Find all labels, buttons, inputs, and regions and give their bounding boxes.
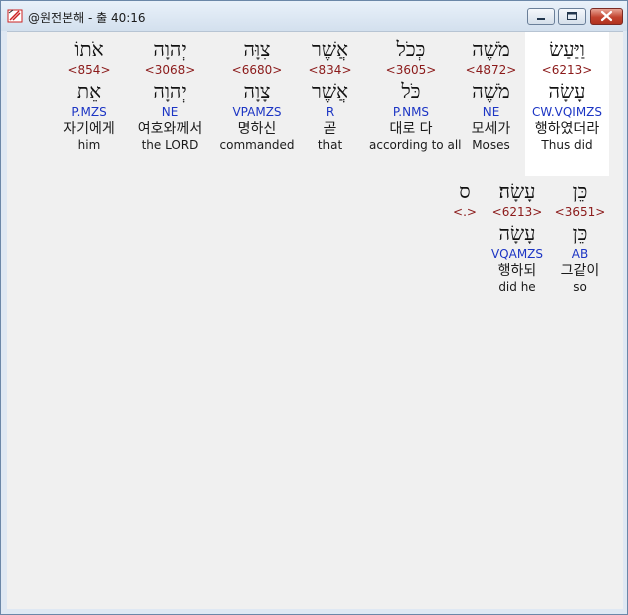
maximize-button[interactable] bbox=[558, 8, 586, 25]
parsing-code: R bbox=[325, 105, 335, 119]
hebrew-word: אֹתוֹ bbox=[74, 37, 104, 61]
korean-gloss: 행하였더라 bbox=[534, 121, 600, 137]
hebrew-word: ס bbox=[459, 179, 471, 203]
hebrew-word: כְּכֹל bbox=[396, 37, 426, 61]
close-icon bbox=[600, 10, 613, 22]
strong-number: <6680> bbox=[231, 63, 283, 77]
english-gloss: that bbox=[317, 138, 343, 152]
strong-number: <6213> bbox=[541, 63, 593, 77]
title-bar[interactable]: @원전본해 - 출 40:16 bbox=[1, 1, 627, 31]
parsing-code: P.MZS bbox=[71, 105, 107, 119]
hebrew-word: וַיַּעַשׂ bbox=[549, 37, 585, 61]
word-cell[interactable]: אֲשֶׁר <834> אֲשֶׁר R 곧 that bbox=[288, 36, 372, 153]
word-cell[interactable]: כְּכֹל <3605> כֹּל P.NMS 대로 다 according … bbox=[369, 36, 462, 153]
english-gloss: Thus did bbox=[541, 138, 593, 152]
parsing-code: P.NMS bbox=[392, 105, 430, 119]
hebrew-word: צִוָּה bbox=[243, 37, 271, 61]
korean-gloss: 명하신 bbox=[237, 121, 277, 137]
english-gloss: according to all bbox=[369, 138, 462, 152]
strong-number: <854> bbox=[67, 63, 111, 77]
window-title: @원전본해 - 출 40:16 bbox=[28, 11, 146, 25]
hebrew-lemma: עָשָׂה bbox=[498, 221, 536, 245]
english-gloss: did he bbox=[498, 280, 536, 294]
english-gloss: him bbox=[77, 138, 101, 152]
parsing-code: VQAMZS bbox=[490, 247, 544, 261]
korean-gloss: 행하되 bbox=[497, 263, 537, 279]
app-icon bbox=[7, 9, 23, 23]
word-cell[interactable]: אֹתוֹ <854> אֵת P.MZS 자기에게 him bbox=[47, 36, 131, 153]
hebrew-lemma: אֲשֶׁר bbox=[312, 79, 348, 103]
close-button[interactable] bbox=[590, 8, 623, 25]
parsing-code: CW.VQIMZS bbox=[531, 105, 603, 119]
parsing-code: VPAMZS bbox=[232, 105, 282, 119]
strong-number: <3605> bbox=[385, 63, 437, 77]
maximize-icon bbox=[567, 12, 577, 20]
hebrew-word: מֹשֶׁה bbox=[472, 37, 510, 61]
word-cell[interactable]: צִוָּה <6680> צָוָה VPAMZS 명하신 commanded bbox=[215, 36, 299, 153]
word-cell[interactable]: מֹשֶׁה <4872> מֹשֶׁה NE 모세가 Moses bbox=[449, 36, 533, 153]
korean-gloss: 모세가 bbox=[471, 121, 511, 137]
strong-number: <.> bbox=[453, 205, 477, 219]
hebrew-lemma: מֹשֶׁה bbox=[472, 79, 510, 103]
parsing-code: NE bbox=[161, 105, 179, 119]
word-cell[interactable]: יְהוָה <3068> יְהוָה NE 여호와께서 the LORD bbox=[128, 36, 212, 153]
korean-gloss: 대로 다 bbox=[389, 121, 433, 137]
strong-number: <3068> bbox=[144, 63, 196, 77]
hebrew-word: יְהוָה bbox=[153, 37, 187, 61]
parsing-code: NE bbox=[482, 105, 500, 119]
english-gloss: commanded bbox=[219, 138, 295, 152]
interlinear-view[interactable]: וַיַּעַשׂ <6213> עָשָׂה CW.VQIMZS 행하였더라 … bbox=[7, 31, 623, 609]
korean-gloss: 자기에게 bbox=[63, 121, 115, 137]
strong-number: <4872> bbox=[465, 63, 517, 77]
english-gloss: the LORD bbox=[141, 138, 199, 152]
korean-gloss: 곧 bbox=[323, 121, 337, 137]
hebrew-lemma: אֵת bbox=[76, 79, 102, 103]
minimize-icon bbox=[537, 18, 545, 20]
word-cell[interactable]: וַיַּעַשׂ <6213> עָשָׂה CW.VQIMZS 행하였더라 … bbox=[525, 32, 609, 176]
minimize-button[interactable] bbox=[527, 8, 555, 25]
strong-number: <834> bbox=[308, 63, 352, 77]
korean-gloss: 여호와께서 bbox=[137, 121, 203, 137]
hebrew-lemma: יְהוָה bbox=[153, 79, 187, 103]
hebrew-lemma: כֹּל bbox=[401, 79, 421, 103]
hebrew-lemma: עָשָׂה bbox=[548, 79, 586, 103]
english-gloss: Moses bbox=[472, 138, 510, 152]
app-window: @원전본해 - 출 40:16 וַיַּעַשׂ <6213> עָשָׂה … bbox=[0, 0, 628, 615]
hebrew-word: אֲשֶׁר bbox=[312, 37, 348, 61]
word-cell[interactable]: ס <.> bbox=[441, 178, 489, 220]
hebrew-lemma: צָוָה bbox=[243, 79, 271, 103]
